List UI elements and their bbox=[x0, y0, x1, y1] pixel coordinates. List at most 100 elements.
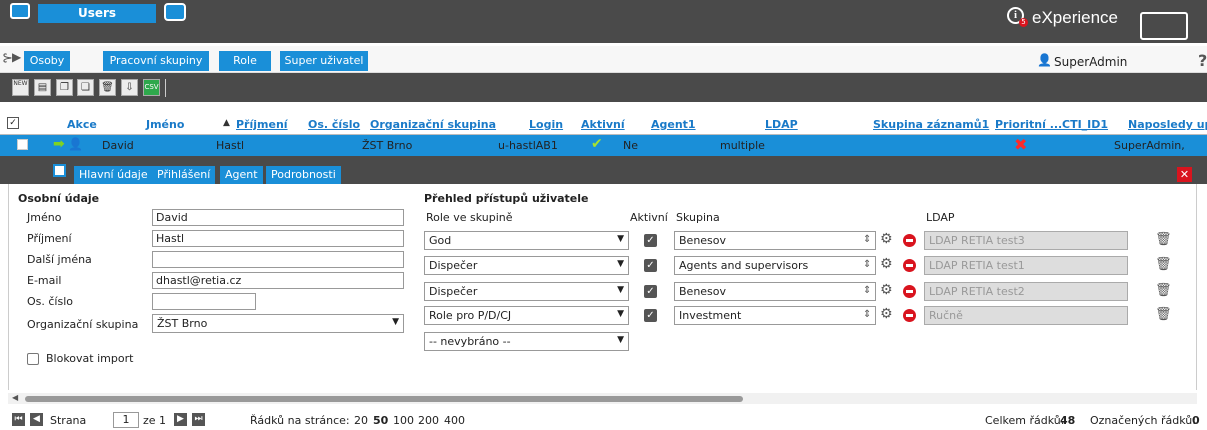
personal-heading: Osobní údaje bbox=[18, 192, 100, 205]
col-login[interactable]: Login bbox=[529, 118, 563, 131]
group-select[interactable]: Investment bbox=[674, 306, 876, 325]
role-select[interactable]: Dispečer ▼ bbox=[424, 282, 629, 301]
gear-icon[interactable]: ⚙ bbox=[880, 231, 893, 247]
spinner-icon[interactable]: ⇕ bbox=[863, 259, 871, 270]
col-aktivni[interactable]: Aktivní bbox=[581, 118, 625, 131]
gear-icon[interactable]: ⚙ bbox=[880, 256, 893, 272]
users-app-icon[interactable] bbox=[10, 3, 30, 19]
scroll-left-icon[interactable]: ◀ bbox=[12, 393, 18, 402]
export-icon[interactable]: ⇩ bbox=[121, 79, 138, 96]
trash-icon[interactable]: 🗑 bbox=[1155, 232, 1172, 247]
col-prioritni[interactable]: Prioritní ... bbox=[995, 118, 1062, 131]
prijmeni-field[interactable]: Hastl bbox=[152, 230, 404, 247]
group-select[interactable]: Benesov bbox=[674, 231, 876, 250]
page-size-100[interactable]: 100 bbox=[393, 414, 414, 427]
active-checkbox[interactable]: ✓ bbox=[644, 234, 657, 247]
remove-icon[interactable] bbox=[903, 259, 916, 272]
tab-agent[interactable]: Agent bbox=[220, 166, 263, 184]
col-ldap[interactable]: LDAP bbox=[765, 118, 798, 131]
trash-icon[interactable]: 🗑 bbox=[1155, 283, 1172, 298]
active-checkbox[interactable]: ✓ bbox=[644, 259, 657, 272]
active-checkbox[interactable]: ✓ bbox=[644, 285, 657, 298]
last-page-icon[interactable]: ⏭ bbox=[192, 413, 205, 426]
play-arrow-icon[interactable]: ▶ bbox=[12, 50, 21, 64]
block-import-checkbox[interactable] bbox=[27, 353, 39, 365]
gear-icon[interactable]: ⚙ bbox=[880, 306, 893, 322]
user-action-icon[interactable]: 👤 bbox=[68, 137, 83, 151]
tab-users[interactable]: Users bbox=[38, 4, 156, 23]
row-checkbox[interactable] bbox=[17, 139, 28, 150]
subtab-super-uzivatel[interactable]: Super uživatel bbox=[280, 51, 368, 71]
spinner-icon[interactable]: ⇕ bbox=[863, 309, 871, 320]
role-select[interactable]: God ▼ bbox=[424, 231, 629, 250]
total-rows-label: Celkem řádků: bbox=[985, 414, 1065, 427]
page-size-50[interactable]: 50 bbox=[373, 414, 388, 427]
os-cislo-field[interactable] bbox=[152, 293, 256, 310]
dalsi-jmena-field[interactable] bbox=[152, 251, 404, 268]
col-skupina-zaznamu[interactable]: Skupina záznamů1 bbox=[873, 118, 989, 131]
group-select[interactable]: Agents and supervisors bbox=[674, 256, 876, 275]
col-cti-id1[interactable]: CTI_ID1 bbox=[1062, 118, 1108, 131]
csv-icon[interactable]: CSV bbox=[143, 79, 160, 96]
label-email: E-mail bbox=[27, 274, 62, 287]
remove-icon[interactable] bbox=[903, 309, 916, 322]
col-prijmeni[interactable]: Příjmení bbox=[236, 118, 288, 131]
page-number-input[interactable]: 1 bbox=[113, 412, 139, 428]
col-jmeno[interactable]: Jméno bbox=[146, 118, 184, 131]
spinner-icon[interactable]: ⇕ bbox=[863, 234, 871, 245]
delete-icon[interactable]: 🗑 bbox=[99, 79, 116, 96]
prev-page-icon[interactable]: ◀ bbox=[30, 413, 43, 426]
page-size-200[interactable]: 200 bbox=[418, 414, 439, 427]
role-select[interactable]: Role pro P/D/CJ ▼ bbox=[424, 306, 629, 325]
ldap-field: LDAP RETIA test3 bbox=[924, 231, 1128, 250]
copy-icon[interactable]: ❐ bbox=[56, 79, 73, 96]
save-icon[interactable]: ▤ bbox=[34, 79, 51, 96]
col-os-cislo[interactable]: Os. číslo bbox=[308, 118, 360, 131]
tab-hlavni-udaje[interactable]: Hlavní údaje bbox=[74, 166, 153, 184]
col-akce[interactable]: Akce bbox=[67, 118, 97, 131]
current-user-name[interactable]: SuperAdmin bbox=[1054, 55, 1127, 69]
brand-name: eXperience bbox=[1032, 8, 1119, 27]
first-page-icon[interactable]: ⏮ bbox=[12, 413, 25, 426]
remove-icon[interactable] bbox=[903, 285, 916, 298]
group-select[interactable]: Benesov bbox=[674, 282, 876, 301]
subtab-osoby[interactable]: Osoby bbox=[24, 51, 70, 71]
role-select[interactable]: Dispečer ▼ bbox=[424, 256, 629, 275]
page-label: Strana bbox=[50, 414, 87, 427]
spinner-icon[interactable]: ⇕ bbox=[863, 285, 871, 296]
save-detail-icon[interactable] bbox=[53, 164, 66, 177]
trash-icon[interactable]: 🗑 bbox=[1155, 307, 1172, 322]
active-checkbox[interactable]: ✓ bbox=[644, 309, 657, 322]
subtab-role[interactable]: Role bbox=[219, 51, 271, 71]
col-org-skupina[interactable]: Organizační skupina bbox=[370, 118, 496, 131]
tab-prihlaseni[interactable]: Přihlášení bbox=[152, 166, 216, 184]
col-naposledy-upraveno[interactable]: Naposledy upra bbox=[1128, 118, 1207, 131]
scrollbar-thumb[interactable] bbox=[25, 396, 743, 402]
page-size-20[interactable]: 20 bbox=[354, 414, 368, 427]
trash-icon[interactable]: 🗑 bbox=[1155, 257, 1172, 272]
open-arrow-icon[interactable]: ➡ bbox=[53, 136, 65, 152]
cell-prijmeni: Hastl bbox=[216, 139, 245, 152]
second-app-icon[interactable] bbox=[164, 3, 186, 21]
tab-podrobnosti[interactable]: Podrobnosti bbox=[266, 166, 341, 184]
gear-icon[interactable]: ⚙ bbox=[880, 282, 893, 298]
jmeno-field[interactable]: David bbox=[152, 209, 404, 226]
close-icon[interactable]: ✕ bbox=[1177, 167, 1192, 182]
ldap-field: LDAP RETIA test1 bbox=[924, 256, 1128, 275]
select-all-checkbox[interactable]: ✓ bbox=[7, 117, 19, 129]
label-jmeno: Jméno bbox=[27, 211, 62, 224]
new-role-select[interactable]: -- nevybráno -- ▼ bbox=[424, 332, 629, 351]
col-active-label: Aktivní bbox=[630, 211, 668, 224]
col-agent1[interactable]: Agent1 bbox=[651, 118, 696, 131]
next-page-icon[interactable]: ▶ bbox=[174, 413, 187, 426]
subtab-pracovni-skupiny[interactable]: Pracovní skupiny bbox=[103, 51, 209, 71]
email-field[interactable]: dhastl@retia.cz bbox=[152, 272, 404, 289]
copy-multi-icon[interactable]: ❏ bbox=[77, 79, 94, 96]
help-icon[interactable]: ? bbox=[1198, 51, 1207, 70]
page-size-400[interactable]: 400 bbox=[444, 414, 465, 427]
dashboard-monitor-icon[interactable] bbox=[1140, 12, 1188, 40]
org-skupina-select[interactable]: ŽST Brno ▼ bbox=[152, 314, 404, 333]
new-icon[interactable]: NEW bbox=[12, 79, 29, 96]
remove-icon[interactable] bbox=[903, 234, 916, 247]
toolbar bbox=[0, 73, 1207, 102]
